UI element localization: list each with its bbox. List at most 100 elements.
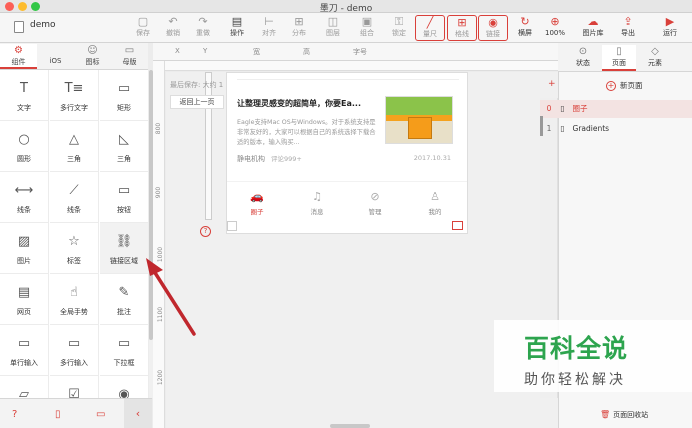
star-icon: ☆: [68, 234, 80, 249]
help-icon[interactable]: ?: [12, 409, 17, 420]
phone-tab-person[interactable]: ♙ 我的: [415, 190, 455, 216]
toolbar-export-button[interactable]: ⇪ 导出: [613, 15, 643, 41]
component-triangle[interactable]: △ 三角: [50, 121, 99, 172]
property-2-field[interactable]: 宽: [253, 47, 260, 57]
phone-tab-bell[interactable]: ♫ 消息: [297, 190, 337, 216]
tab-master[interactable]: ▭ 母版: [111, 44, 148, 69]
page-list-scrollbar[interactable]: [540, 116, 543, 136]
component-multiline-text[interactable]: T≡ 多行文字: [50, 70, 99, 121]
app-window: 墨刀 - demo demo ▢ 保存 ↶ 撤销 ↷ 重做 ▤ 操作 ⊢ 对齐 ⊞ 分布 ◫ 图层 ▣ 组合 ⚿…: [0, 0, 692, 428]
bell-icon: ♫: [312, 190, 322, 203]
tab-apple[interactable]: iOS: [37, 44, 74, 69]
component-label: 按钮: [117, 206, 131, 214]
toolbar-item-label: 分布: [292, 29, 306, 37]
add-page-button[interactable]: + 新页面: [606, 80, 643, 91]
property-4-field[interactable]: 字号: [353, 47, 367, 57]
add-page-plus-icon[interactable]: +: [548, 79, 556, 89]
canvas-horizontal-scrollbar[interactable]: [330, 424, 370, 428]
plus-icon: +: [606, 81, 616, 91]
property-1-field[interactable]: Y: [203, 47, 207, 55]
rectangle-icon: ▭: [117, 81, 131, 96]
right-tab-element[interactable]: ◇ 元素: [638, 45, 672, 71]
toolbar-grid-button[interactable]: ⊞ 格线: [447, 15, 477, 41]
components-icon: ⚙: [14, 45, 23, 56]
toolbar-run-button[interactable]: ▶ 运行: [655, 15, 685, 41]
trash-icon: 🗑: [600, 410, 611, 419]
image-icon: ▨: [17, 234, 31, 249]
help-icon[interactable]: ?: [200, 226, 211, 237]
vertical-ruler: 800 900 1000 1100 1200: [153, 61, 165, 428]
document-icon[interactable]: ▯: [55, 409, 61, 420]
phone-tab-compass[interactable]: ⊘ 管理: [355, 190, 395, 216]
diagonal-line-icon: ⟋: [69, 183, 79, 198]
image-placeholder-icon[interactable]: [452, 221, 463, 230]
toolbar-distribute-button[interactable]: ⊞ 分布: [284, 15, 314, 41]
component-text[interactable]: T 文字: [0, 70, 49, 121]
toolbar-group-button[interactable]: ▣ 组合: [352, 15, 382, 41]
component-right-triangle[interactable]: ◺ 三角: [100, 121, 148, 172]
component-image[interactable]: ▨ 图片: [0, 223, 49, 274]
article-comments: 评论999+: [271, 155, 302, 163]
component-line[interactable]: ⟷ 线条: [0, 172, 49, 223]
canvas-handle[interactable]: [227, 221, 237, 231]
component-radio[interactable]: ◉: [100, 376, 148, 399]
zoom-button[interactable]: ⊕ 100%: [540, 15, 570, 41]
toolbar-rotate-button[interactable]: ↻ 横屏: [510, 15, 540, 41]
component-button[interactable]: ▭ 按钮: [100, 172, 148, 223]
back-button[interactable]: 返回上一页: [170, 95, 224, 109]
master-icon: ▭: [124, 45, 135, 56]
component-label: 单行输入: [10, 359, 38, 367]
component-multi-input[interactable]: ▭ 多行输入: [50, 325, 99, 376]
toolbar-undo-button[interactable]: ↶ 撤销: [158, 15, 188, 41]
component-label: 三角: [117, 155, 131, 163]
toolbar-image-library-button[interactable]: ☁ 图片库: [578, 15, 608, 41]
component-checkbox[interactable]: ☑: [50, 376, 99, 398]
tab-smiley[interactable]: ☺ 图标: [74, 44, 111, 69]
toolbar-item-label: 量尺: [423, 30, 437, 38]
dropdown-icon: ▭: [117, 336, 131, 351]
phone-frame[interactable]: 让整理灵感变的超简单，你要Ea... Eagle支持Mac OS与Windows…: [226, 72, 468, 234]
toolbar-redo-button[interactable]: ↷ 重做: [188, 15, 218, 41]
collapse-panel-button[interactable]: ‹: [124, 399, 152, 428]
toolbar-operate-button[interactable]: ▤ 操作: [222, 15, 252, 41]
component-webpage[interactable]: ▤ 网页: [0, 274, 49, 325]
property-0-field[interactable]: X: [175, 47, 180, 55]
tab-components[interactable]: ⚙ 组件: [0, 44, 37, 69]
toolbar-lock-button[interactable]: ⚿ 锁定: [384, 15, 414, 41]
component-single-input[interactable]: ▭ 单行输入: [0, 325, 49, 376]
toolbar-align-button[interactable]: ⊢ 对齐: [254, 15, 284, 41]
component-diagonal-line[interactable]: ⟋ 线条: [50, 172, 99, 223]
component-rectangle[interactable]: ▭ 矩形: [100, 70, 148, 121]
right-tab-page[interactable]: ▯ 页面: [602, 45, 636, 71]
phone-tab-car[interactable]: 🚗 圈子: [237, 190, 277, 216]
component-folder[interactable]: ▱: [0, 376, 49, 398]
toolbar-layers-button[interactable]: ◫ 图层: [318, 15, 348, 41]
property-3-field[interactable]: 高: [303, 47, 310, 57]
toolbar-ruler-button[interactable]: ╱ 量尺: [415, 15, 445, 41]
component-note[interactable]: ✎ 批注: [100, 274, 148, 325]
page-name: 圈子: [572, 104, 588, 113]
toolbar-item-label: 撤销: [166, 29, 180, 37]
zoom-icon: ⊕: [550, 15, 560, 28]
component-gesture[interactable]: ☝ 全局手势: [50, 274, 99, 325]
page-list-item[interactable]: 0 ▯ 圈子: [540, 100, 692, 118]
component-link-area[interactable]: ⛓ 链接区域: [100, 223, 148, 274]
element-icon: ◇: [651, 46, 659, 57]
phone-tab-label: 圈子: [250, 208, 264, 216]
toolbar-eye-button[interactable]: ◉ 链接: [478, 15, 508, 41]
watermark-subtitle: 助你轻松解决: [524, 372, 626, 388]
component-star[interactable]: ☆ 标签: [50, 223, 99, 274]
component-dropdown[interactable]: ▭ 下拉框: [100, 325, 148, 376]
document-name[interactable]: demo: [30, 20, 56, 30]
component-circle[interactable]: ○ 圆形: [0, 121, 49, 172]
run-icon: ▶: [665, 15, 675, 28]
page-list-item[interactable]: 1 ▯ Gradients: [540, 120, 692, 138]
toolbar-save-button[interactable]: ▢ 保存: [128, 15, 158, 41]
page-trash-button[interactable]: 🗑 页面回收站: [600, 410, 648, 420]
phone-tab-bar: 🚗 圈子 ♫ 消息 ⊘ 管理 ♙ 我的: [227, 181, 467, 219]
undo-icon: ↶: [168, 15, 178, 28]
right-tab-state[interactable]: ⊙ 状态: [566, 45, 600, 71]
trash-label: 页面回收站: [613, 411, 649, 419]
screen-icon[interactable]: ▭: [96, 409, 105, 420]
layers-icon: ◫: [327, 15, 339, 28]
